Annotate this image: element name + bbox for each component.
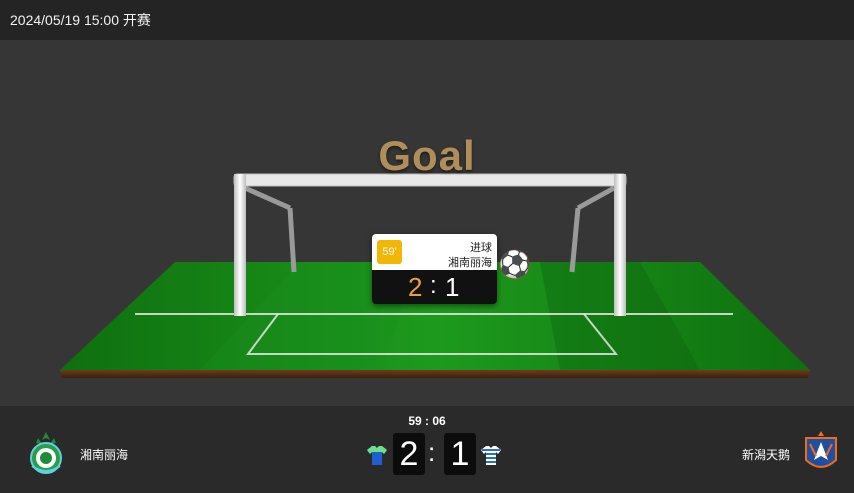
event-type: 进球 xyxy=(470,242,492,254)
score-separator: : xyxy=(428,437,436,467)
shonan-bellmare-crest-icon xyxy=(30,432,62,474)
event-score-home: 2 xyxy=(408,272,423,302)
event-score-separator: : xyxy=(430,272,437,299)
live-animation-stage: Goal ⚽ 59' 进球 湘南丽海 2 : 1 xyxy=(0,40,854,406)
albirex-niigata-crest-icon xyxy=(805,431,837,468)
goal-headline: Goal xyxy=(378,132,476,179)
event-card-header: 59' 进球 湘南丽海 xyxy=(372,234,497,270)
event-card-score: 2 : 1 xyxy=(372,270,497,304)
goal-left-post xyxy=(234,174,246,316)
scoreboard: 59 : 06 湘南丽海 2 : 1 新潟天鹅 xyxy=(0,406,854,493)
pitch-graphic xyxy=(60,173,810,378)
goal-net-frame xyxy=(576,185,616,211)
goal-net-frame xyxy=(243,185,292,211)
away-shirt-icon xyxy=(481,446,501,465)
event-team: 湘南丽海 xyxy=(448,257,492,269)
home-score: 2 xyxy=(393,433,425,475)
match-info-bar: 2024/05/19 15:00 开赛 xyxy=(0,0,854,40)
pitch-soil xyxy=(60,370,810,378)
home-team-name: 湘南丽海 xyxy=(80,448,129,462)
event-minute-badge: 59' xyxy=(377,240,402,264)
soccer-ball-icon: ⚽ xyxy=(498,249,532,281)
match-datetime: 2024/05/19 15:00 开赛 xyxy=(10,12,151,28)
home-shirt-icon xyxy=(367,446,387,465)
away-score: 1 xyxy=(444,433,476,475)
match-clock: 59 : 06 xyxy=(408,414,446,428)
goal-right-post xyxy=(614,174,626,316)
away-team-name: 新潟天鹅 xyxy=(741,448,790,462)
goal-event-card: 59' 进球 湘南丽海 2 : 1 xyxy=(372,234,497,304)
event-score-away: 1 xyxy=(445,272,460,302)
